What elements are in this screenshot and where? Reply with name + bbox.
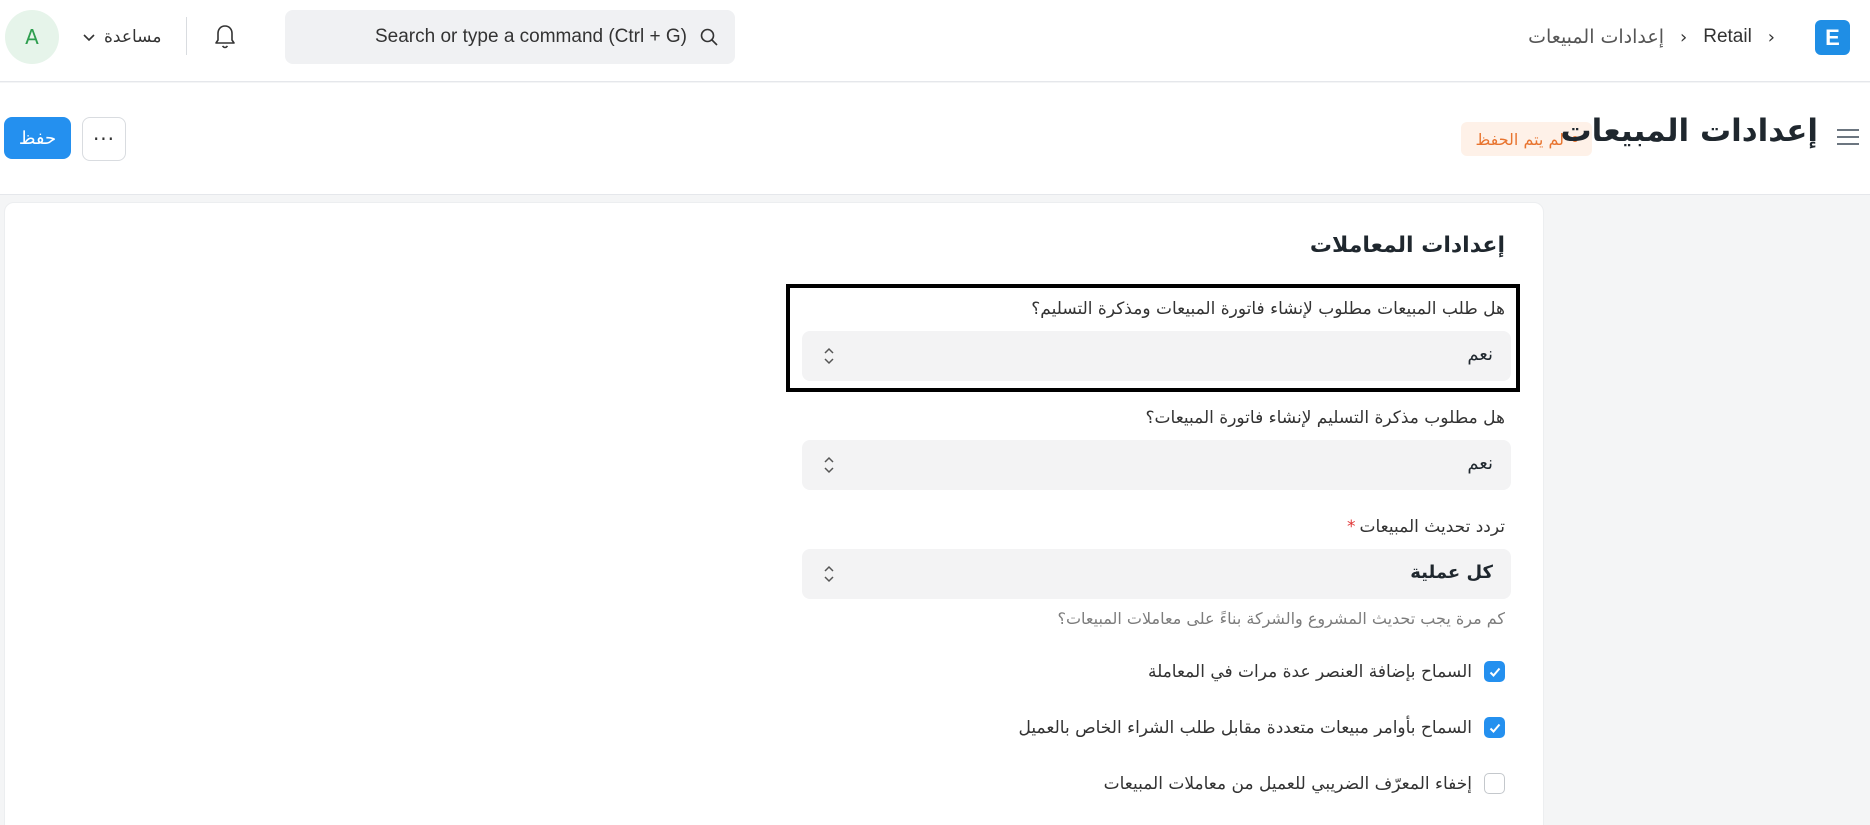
- search-placeholder: Search or type a command (Ctrl + G): [374, 26, 687, 47]
- field-label-so-required: هل طلب المبيعات مطلوب لإنشاء فاتورة المب…: [1031, 299, 1505, 319]
- field-help-text: كم مرة يجب تحديث المشروع والشركة بناءً ع…: [1057, 609, 1505, 628]
- breadcrumb-separator-icon: ›: [1767, 26, 1775, 48]
- select-value: نعم: [1467, 453, 1493, 474]
- search-bar[interactable]: Search or type a command (Ctrl + G): [285, 10, 735, 64]
- check-row-hide-tax-id[interactable]: إخفاء المعرّف الضريبي للعميل من معاملات …: [1104, 773, 1505, 794]
- check-row-allow-multiple-items[interactable]: السماح بإضافة العنصر عدة مرات في المعامل…: [1148, 661, 1505, 682]
- more-actions-button[interactable]: ···: [82, 117, 126, 161]
- select-dn-required[interactable]: نعم: [802, 440, 1511, 490]
- field-label-text: تردد تحديث المبيعات: [1359, 517, 1506, 537]
- checkbox-checked[interactable]: [1484, 661, 1505, 682]
- navbar-divider: [186, 17, 187, 55]
- select-updown-icon: [824, 456, 834, 474]
- checkbox-label: السماح بإضافة العنصر عدة مرات في المعامل…: [1147, 661, 1472, 682]
- form-card: إعدادات المعاملات هل طلب المبيعات مطلوب …: [4, 202, 1544, 825]
- bell-icon: [215, 25, 235, 49]
- select-value: كل عملية: [1410, 562, 1493, 583]
- field-label-update-frequency: تردد تحديث المبيعات*: [1347, 517, 1505, 537]
- checkbox-unchecked[interactable]: [1484, 773, 1505, 794]
- check-icon: [1489, 723, 1500, 733]
- breadcrumb: إعدادات المبيعات › Retail ›: [1528, 22, 1775, 52]
- required-marker: *: [1347, 517, 1356, 537]
- breadcrumb-current[interactable]: إعدادات المبيعات: [1528, 26, 1664, 48]
- checkbox-label: إخفاء المعرّف الضريبي للعميل من معاملات …: [1103, 773, 1472, 794]
- select-updown-icon: [824, 347, 834, 365]
- field-label-dn-required: هل مطلوب مذكرة التسليم لإنشاء فاتورة الم…: [1145, 408, 1505, 428]
- select-value: نعم: [1467, 344, 1493, 365]
- breadcrumb-root[interactable]: Retail: [1703, 26, 1752, 48]
- check-icon: [1489, 667, 1500, 677]
- sidebar-toggle-icon[interactable]: [1834, 125, 1862, 149]
- app-logo[interactable]: E: [1815, 20, 1850, 55]
- chevron-down-icon: [83, 34, 95, 42]
- breadcrumb-separator-icon: ›: [1680, 26, 1688, 48]
- select-updown-icon: [824, 565, 834, 583]
- checkbox-label: السماح بأوامر مبيعات متعددة مقابل طلب ال…: [1018, 717, 1472, 738]
- page-title: إعدادات المبيعات: [1560, 113, 1818, 149]
- checkbox-checked[interactable]: [1484, 717, 1505, 738]
- search-icon: [700, 28, 718, 46]
- help-dropdown[interactable]: مساعدة: [82, 22, 161, 52]
- notification-bell[interactable]: [210, 20, 240, 54]
- user-avatar[interactable]: A: [5, 10, 59, 64]
- help-label: مساعدة: [104, 27, 162, 47]
- navbar: A مساعدة Search or type a command (Ctrl …: [0, 0, 1870, 82]
- select-so-required[interactable]: نعم: [802, 331, 1511, 381]
- check-row-allow-multiple-so[interactable]: السماح بأوامر مبيعات متعددة مقابل طلب ال…: [1019, 717, 1505, 738]
- page-head: حفظ ··· لم يتم الحفظ إعدادات المبيعات: [0, 83, 1870, 195]
- section-title: إعدادات المعاملات: [1309, 233, 1505, 258]
- select-update-frequency[interactable]: كل عملية: [802, 549, 1511, 599]
- status-label: لم يتم الحفظ: [1475, 129, 1564, 149]
- save-button[interactable]: حفظ: [4, 117, 71, 159]
